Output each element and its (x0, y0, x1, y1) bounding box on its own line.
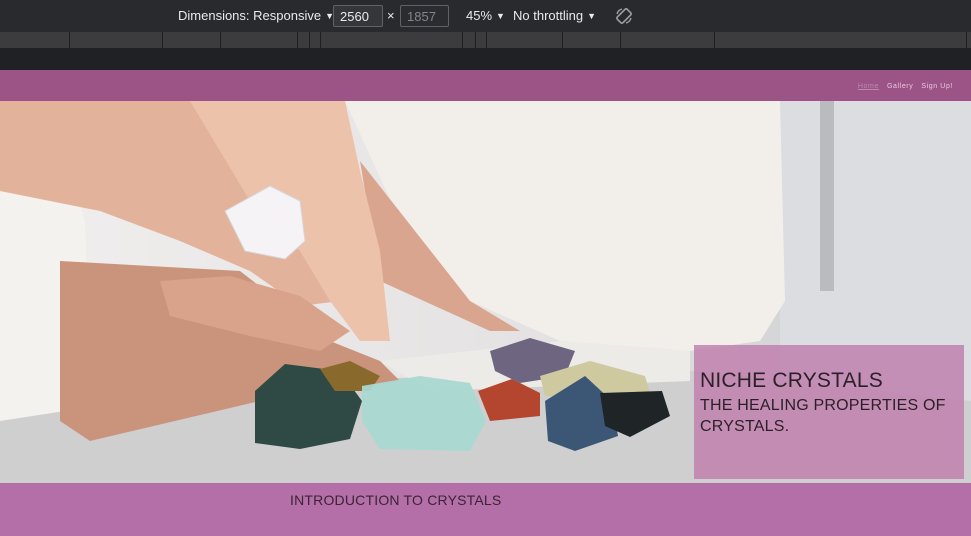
throttling-dropdown[interactable]: No throttling ▼ (513, 8, 596, 23)
hero-subtitle: THE HEALING PROPERTIES OF CRYSTALS. (700, 397, 946, 435)
hero-section: NICHE CRYSTALS THE HEALING PROPERTIES OF… (0, 101, 971, 483)
ruler-tick (620, 32, 621, 48)
devtools-device-toolbar: Dimensions: Responsive ▼ × 45% ▼ No thro… (0, 0, 971, 32)
caret-down-icon: ▼ (587, 10, 597, 21)
width-input[interactable] (333, 5, 383, 27)
dimensions-dropdown[interactable]: Dimensions: Responsive ▼ (178, 8, 334, 23)
media-query-ruler[interactable] (0, 32, 971, 48)
ruler-tick (69, 32, 70, 48)
ruler-tick (486, 32, 487, 48)
times-separator: × (387, 8, 395, 23)
ruler-tick (714, 32, 715, 48)
throttling-label: No throttling (513, 8, 584, 23)
ruler-tick (320, 32, 321, 48)
ruler-tick (162, 32, 163, 48)
caret-down-icon: ▼ (496, 10, 505, 21)
zoom-dropdown[interactable]: 45% ▼ (466, 8, 505, 23)
nav-gallery-link[interactable]: Gallery (887, 83, 913, 90)
height-input[interactable] (400, 5, 449, 27)
ruler-tick (309, 32, 310, 48)
ruler-tick (297, 32, 298, 48)
ruler-tick (220, 32, 221, 48)
devtools-gap (0, 48, 971, 70)
intro-heading: INTRODUCTION TO CRYSTALS (290, 492, 502, 508)
ruler-tick (966, 32, 967, 48)
ruler-tick (562, 32, 563, 48)
rotate-icon[interactable] (614, 6, 634, 26)
page-viewport: Home Gallery Sign Up! NICHE CRYSTALS THE… (0, 70, 971, 536)
ruler-tick (462, 32, 463, 48)
zoom-label: 45% (466, 8, 493, 23)
site-nav: Home Gallery Sign Up! (858, 83, 953, 90)
hero-card: NICHE CRYSTALS THE HEALING PROPERTIES OF… (694, 345, 964, 479)
nav-signup-link[interactable]: Sign Up! (921, 83, 953, 90)
site-header: Home Gallery Sign Up! (0, 70, 971, 101)
dimensions-label: Dimensions: Responsive (178, 8, 322, 23)
hero-title: NICHE CRYSTALS (700, 369, 883, 392)
ruler-tick (475, 32, 476, 48)
nav-home-link[interactable]: Home (858, 83, 879, 90)
